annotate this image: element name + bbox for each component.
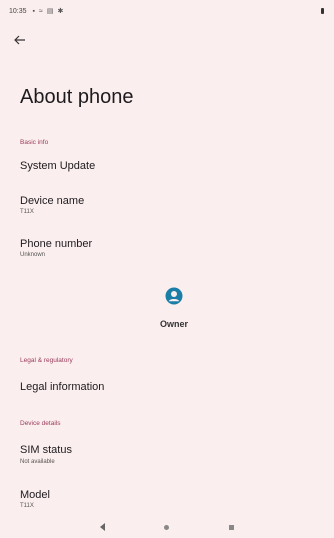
phone-number-value: Unknown — [20, 252, 46, 258]
model-value: T11X — [20, 503, 34, 509]
device-name-item[interactable]: Device name — [20, 195, 84, 207]
notification-icon: ▪ — [32, 7, 36, 15]
sim-status-value: Not available — [20, 459, 55, 465]
section-header-basic-info: Basic info — [20, 139, 49, 146]
model-item[interactable]: Model — [20, 489, 50, 501]
section-header-legal: Legal & regulatory — [20, 357, 73, 364]
back-arrow-icon[interactable] — [14, 30, 38, 50]
page-title: About phone — [20, 86, 134, 108]
status-bar: 10:35 ▪ ≈ ▤ ✱ — [0, 0, 334, 22]
system-update-item[interactable]: System Update — [20, 160, 95, 172]
phone-number-item[interactable]: Phone number — [20, 238, 92, 250]
section-header-device-details: Device details — [20, 420, 61, 427]
status-time: 10:35 — [9, 7, 27, 15]
nav-home-icon[interactable] — [164, 524, 170, 530]
owner-label[interactable]: Owner — [0, 319, 334, 329]
legal-information-item[interactable]: Legal information — [20, 381, 104, 393]
settings-icon: ✱ — [57, 7, 64, 15]
wifi-icon: ≈ — [39, 7, 43, 15]
owner-avatar-icon[interactable] — [165, 287, 183, 305]
device-name-value: T11X — [20, 209, 34, 215]
nav-back-icon[interactable] — [99, 523, 105, 531]
sim-icon: ▤ — [46, 7, 54, 15]
navigation-bar — [0, 516, 334, 538]
battery-icon — [321, 8, 324, 14]
sim-status-item[interactable]: SIM status — [20, 444, 72, 456]
nav-recents-icon[interactable] — [229, 524, 235, 530]
status-icons: ▪ ≈ ▤ ✱ — [33, 8, 64, 15]
